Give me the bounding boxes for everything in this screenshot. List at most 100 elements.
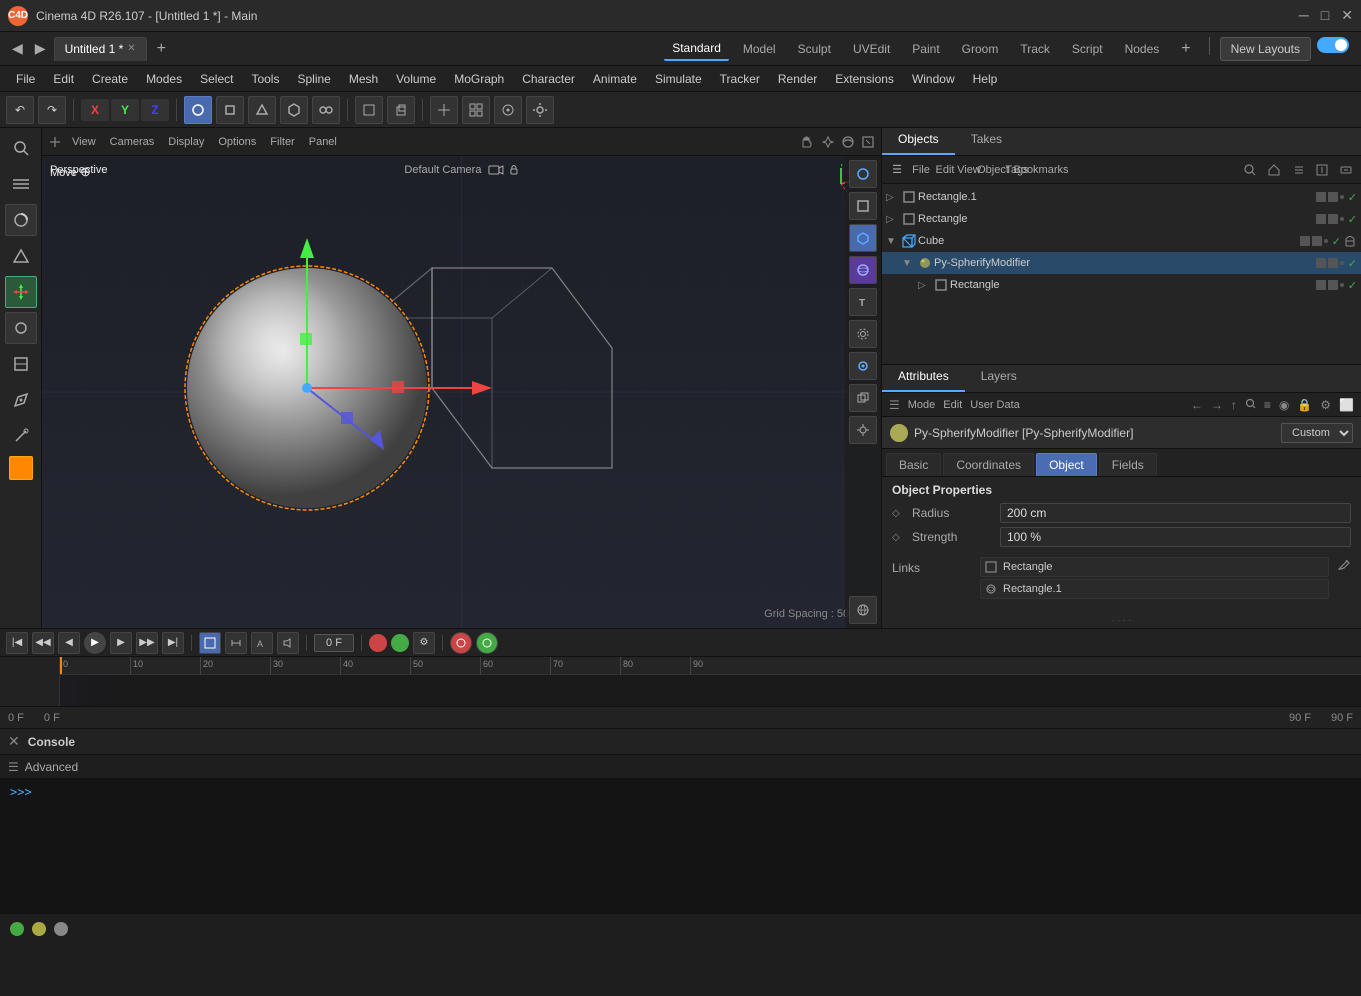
tab-forward-btn[interactable]: ▶	[31, 38, 50, 59]
window-controls[interactable]: ─ □ ✕	[1299, 7, 1353, 24]
vp-select-icon[interactable]	[849, 160, 877, 188]
tl-prev-key[interactable]: ◀◀	[32, 632, 54, 654]
menu-animate[interactable]: Animate	[585, 70, 645, 88]
menu-mesh[interactable]: Mesh	[341, 70, 386, 88]
menu-modes[interactable]: Modes	[138, 70, 190, 88]
menu-mograph[interactable]: MoGraph	[446, 70, 512, 88]
close-btn[interactable]: ✕	[1341, 7, 1353, 24]
object-mode-btn[interactable]	[216, 96, 244, 124]
attr-search-icon[interactable]	[1242, 397, 1259, 413]
tl-select-mode[interactable]	[199, 632, 221, 654]
attr-lock2-icon[interactable]: 🔒	[1294, 397, 1315, 413]
layout-add-btn[interactable]: +	[1173, 37, 1198, 61]
spline-tool-btn[interactable]	[355, 96, 383, 124]
attr-coords-tab[interactable]: Coordinates	[943, 453, 1034, 476]
menu-create[interactable]: Create	[84, 70, 136, 88]
tl-record-btn[interactable]	[369, 634, 387, 652]
options-menu[interactable]: Options	[214, 134, 260, 150]
new-layouts-btn[interactable]: New Layouts	[1220, 37, 1311, 61]
attr-hamburger[interactable]: ☰	[886, 397, 903, 413]
pen-tool[interactable]	[5, 384, 37, 416]
reset-tool[interactable]	[861, 135, 875, 149]
frame-tool[interactable]	[5, 348, 37, 380]
obj-home-icon[interactable]	[1263, 159, 1285, 181]
menu-file[interactable]: File	[8, 70, 43, 88]
status-gray-dot[interactable]	[54, 922, 68, 936]
console-close-btn[interactable]: ✕	[8, 733, 20, 750]
select-mode-btn[interactable]	[184, 96, 212, 124]
obj-edit-menu[interactable]: Edit	[934, 159, 956, 181]
tab-close-btn[interactable]: ✕	[127, 43, 135, 54]
tab-takes[interactable]: Takes	[955, 128, 1018, 155]
tl-settings-btn[interactable]: ⚙	[413, 632, 435, 654]
attr-pin-icon[interactable]: ◉	[1276, 397, 1292, 413]
extrude-btn[interactable]	[387, 96, 415, 124]
vp-magnet-icon[interactable]	[849, 352, 877, 380]
tl-next-frame[interactable]: ▶	[110, 632, 132, 654]
tab-back-btn[interactable]: ◀	[8, 38, 27, 59]
console-advanced-label[interactable]: Advanced	[25, 760, 78, 774]
status-green-dot[interactable]	[10, 922, 24, 936]
obj-bookmarks-menu[interactable]: Bookmarks	[1030, 159, 1052, 181]
hand-tool[interactable]	[799, 135, 815, 149]
attr-basic-tab[interactable]: Basic	[886, 453, 941, 476]
redo-btn[interactable]: ↷	[38, 96, 66, 124]
layout-paint[interactable]: Paint	[904, 37, 947, 61]
attr-userdata-menu[interactable]: User Data	[967, 398, 1023, 412]
filter-menu[interactable]: Filter	[266, 134, 298, 150]
zoom-tool[interactable]	[821, 135, 835, 149]
grid-btn[interactable]	[462, 96, 490, 124]
tl-frame-input[interactable]	[314, 634, 354, 652]
layout-script[interactable]: Script	[1064, 37, 1111, 61]
attr-forward-icon[interactable]: →	[1208, 397, 1226, 413]
layout-groom[interactable]: Groom	[954, 37, 1007, 61]
color-swatch[interactable]	[9, 456, 33, 480]
status-yellow-dot[interactable]	[32, 922, 46, 936]
layout-nodes[interactable]: Nodes	[1117, 37, 1168, 61]
menu-volume[interactable]: Volume	[388, 70, 444, 88]
obj-settings-icon[interactable]	[1335, 159, 1357, 181]
hex-mode-btn[interactable]	[280, 96, 308, 124]
attr-mode-menu[interactable]: Mode	[905, 398, 939, 412]
mesh-mode-btn[interactable]	[312, 96, 340, 124]
tl-loop-btn[interactable]	[450, 632, 472, 654]
tl-range-btn[interactable]	[225, 632, 247, 654]
brush-tool[interactable]	[5, 420, 37, 452]
console-hamburger[interactable]: ☰	[8, 760, 19, 774]
layout-standard[interactable]: Standard	[664, 37, 729, 61]
obj-file-menu[interactable]: File	[910, 159, 932, 181]
layout-model[interactable]: Model	[735, 37, 784, 61]
vp-cube2-icon[interactable]	[849, 384, 877, 412]
scale-tool[interactable]	[5, 312, 37, 344]
attr-dropdown[interactable]: Custom	[1281, 423, 1353, 443]
menu-select[interactable]: Select	[192, 70, 241, 88]
tab-add-btn[interactable]: +	[151, 40, 172, 58]
maximize-btn[interactable]: □	[1321, 7, 1329, 24]
snap-btn[interactable]	[430, 96, 458, 124]
attr-radius-input[interactable]	[1000, 503, 1351, 523]
hamburger-tool[interactable]	[5, 168, 37, 200]
menu-render[interactable]: Render	[770, 70, 825, 88]
tl-track-area[interactable]	[60, 675, 1361, 706]
layout-track[interactable]: Track	[1012, 37, 1058, 61]
tl-prev-frame[interactable]: ◀	[58, 632, 80, 654]
menu-tools[interactable]: Tools	[243, 70, 287, 88]
menu-window[interactable]: Window	[904, 70, 963, 88]
menu-hamburger[interactable]: ☰	[886, 159, 908, 181]
vp-settings2-icon[interactable]	[849, 416, 877, 444]
tl-auto-key[interactable]: A	[251, 632, 273, 654]
obj-list-icon[interactable]	[1287, 159, 1309, 181]
axis-y-btn[interactable]: Y	[111, 99, 139, 121]
tl-playhead[interactable]	[60, 657, 62, 674]
attr-fields-tab[interactable]: Fields	[1099, 453, 1157, 476]
viewport-3d[interactable]: Perspective Move ⊕ Default Camera X Y Z	[42, 156, 881, 628]
menu-spline[interactable]: Spline	[289, 70, 338, 88]
tl-sound-btn[interactable]	[277, 632, 299, 654]
console-body[interactable]: >>>	[0, 779, 1361, 913]
active-tab[interactable]: Untitled 1 * ✕	[54, 37, 147, 61]
minimize-btn[interactable]: ─	[1299, 7, 1309, 24]
menu-edit[interactable]: Edit	[45, 70, 82, 88]
menu-extensions[interactable]: Extensions	[827, 70, 902, 88]
obj-row-spherify[interactable]: ▼ Py-SpherifyModifier ✓	[882, 252, 1361, 274]
tl-play-btn[interactable]: ▶	[84, 632, 106, 654]
